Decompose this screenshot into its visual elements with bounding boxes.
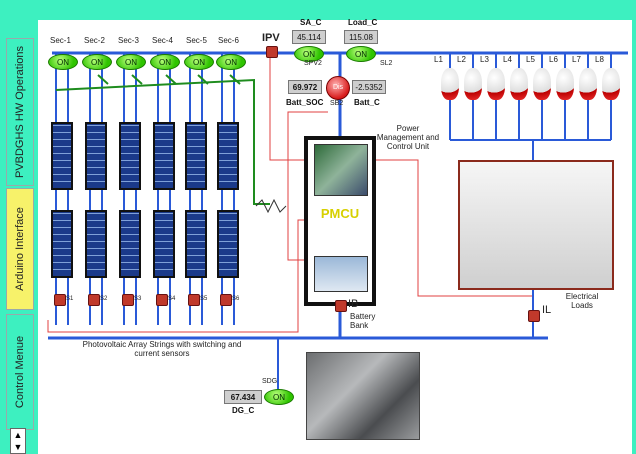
sdg-label: SDG: [262, 378, 278, 385]
dg-c-label: DG_C: [232, 406, 255, 415]
il-label: IL: [542, 304, 552, 316]
sec-6-label: Sec-6: [218, 36, 239, 45]
bulb-icon: [579, 68, 597, 100]
load-l4-label: L4: [503, 55, 512, 64]
sa-c-value: 45.114: [292, 30, 326, 44]
load-l7-label: L7: [572, 55, 581, 64]
current-sensor-icon: [88, 294, 100, 306]
bulb-icon: [556, 68, 574, 100]
sensor-label: S2: [100, 296, 108, 302]
sensor-label: S4: [168, 296, 176, 302]
control-board-image: [314, 144, 368, 196]
ib-label: IB: [348, 298, 359, 310]
current-sensor-icon: [122, 294, 134, 306]
spv2-label: SPV2: [304, 60, 322, 67]
sensor-label: S1: [66, 296, 74, 302]
pv-panel: [119, 210, 141, 278]
battery-bank-image: [314, 256, 368, 292]
dg-c-value: 67.434: [224, 390, 262, 404]
current-sensor-icon: [266, 46, 278, 58]
bulb-icon: [464, 68, 482, 100]
bulb-icon: [441, 68, 459, 100]
pv-panel: [217, 210, 239, 278]
pv-panel: [119, 122, 141, 190]
battery-dis-button[interactable]: Dis: [326, 76, 350, 100]
sec-2-on-button[interactable]: ON: [82, 54, 112, 70]
tab-label: Arduino Interface: [14, 207, 26, 291]
sl2-label: SL2: [380, 60, 393, 67]
current-sensor-icon: [156, 294, 168, 306]
pmcu-label: PMCU: [320, 206, 360, 221]
load-l5-label: L5: [526, 55, 535, 64]
sec-4-label: Sec-4: [152, 36, 173, 45]
tab-pvbdghs-hw-operations[interactable]: PVBDGHS HW Operations: [6, 38, 34, 186]
pv-panel: [153, 122, 175, 190]
pv-panel: [217, 122, 239, 190]
current-sensor-icon: [220, 294, 232, 306]
sec-3-label: Sec-3: [118, 36, 139, 45]
pv-panel: [51, 122, 73, 190]
bulb-icon: [533, 68, 551, 100]
sb2-label: SB2: [330, 100, 344, 107]
electrical-loads-label: Electrical Loads: [565, 292, 599, 310]
load-l1-label: L1: [434, 55, 443, 64]
current-sensor-icon: [54, 294, 66, 306]
tab-label: PVBDGHS HW Operations: [14, 45, 27, 179]
load-l2-label: L2: [457, 55, 466, 64]
pmcu-title: Power Management and Control Unit: [376, 124, 440, 151]
batt-soc-label: Batt_SOC: [286, 98, 324, 107]
arrow-up-icon: ▲: [13, 430, 23, 440]
arrow-down-icon: ▼: [13, 442, 23, 452]
window-frame: PVBDGHS HW Operations Arduino Interface …: [0, 0, 636, 454]
bulb-icon: [487, 68, 505, 100]
sec-1-on-button[interactable]: ON: [48, 54, 78, 70]
batt-c-value: -2.5352: [352, 80, 386, 94]
pmcu-block: PMCU: [304, 136, 376, 306]
diagram-panel: Sec-1 Sec-2 Sec-3 Sec-4 Sec-5 Sec-6 ON O…: [38, 18, 632, 454]
current-sensor-icon: [188, 294, 200, 306]
tab-arduino-interface[interactable]: Arduino Interface: [6, 188, 34, 310]
sensor-label: S3: [134, 296, 142, 302]
tab-control-menue[interactable]: Control Menue: [6, 314, 34, 430]
pv-panel: [153, 210, 175, 278]
pv-caption: Photovoltaic Array Strings with switchin…: [82, 340, 242, 358]
pv-panel: [185, 210, 207, 278]
sec-6-on-button[interactable]: ON: [216, 54, 246, 70]
sensor-label: S5: [200, 296, 208, 302]
sa-c-label: SA_C: [300, 18, 322, 27]
batt-soc-value: 69.972: [288, 80, 322, 94]
pv-panel: [85, 210, 107, 278]
sensor-label: S6: [232, 296, 240, 302]
sl2-on-button[interactable]: ON: [346, 46, 376, 62]
sdg-on-button[interactable]: ON: [264, 389, 294, 405]
load-l6-label: L6: [549, 55, 558, 64]
load-l8-label: L8: [595, 55, 604, 64]
bulb-icon: [510, 68, 528, 100]
hardware-photo: [306, 352, 420, 440]
scroll-arrow-button[interactable]: ▲ ▼: [10, 428, 26, 454]
sec-1-label: Sec-1: [50, 36, 71, 45]
pv-panel: [85, 122, 107, 190]
appliances-image: [458, 160, 614, 290]
sec-2-label: Sec-2: [84, 36, 105, 45]
bulb-icon: [602, 68, 620, 100]
sec-4-on-button[interactable]: ON: [150, 54, 180, 70]
current-sensor-icon: [528, 310, 540, 322]
load-c-label: Load_C: [348, 18, 378, 27]
battery-bank-label: Battery Bank: [350, 312, 376, 330]
tab-label: Control Menue: [14, 335, 26, 409]
batt-c-label: Batt_C: [354, 98, 380, 107]
sec-3-on-button[interactable]: ON: [116, 54, 146, 70]
load-c-value: 115.08: [344, 30, 378, 44]
sec-5-label: Sec-5: [186, 36, 207, 45]
pv-panel: [185, 122, 207, 190]
current-sensor-icon: [335, 300, 347, 312]
sec-5-on-button[interactable]: ON: [184, 54, 214, 70]
ipv-label: IPV: [262, 32, 280, 44]
pv-panel: [51, 210, 73, 278]
load-l3-label: L3: [480, 55, 489, 64]
